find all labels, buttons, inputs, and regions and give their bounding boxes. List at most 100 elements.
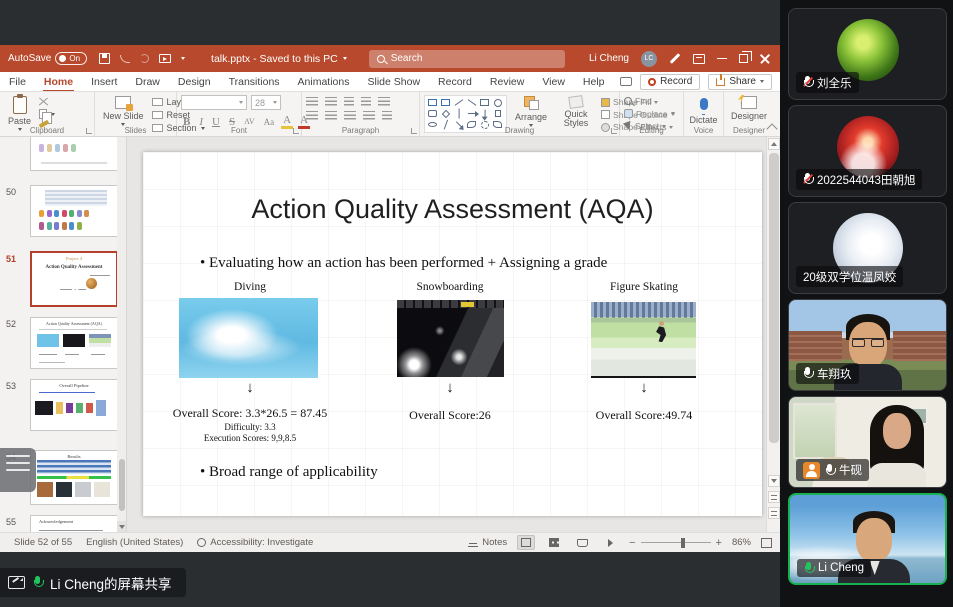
slide-editor[interactable]: Action Quality Assessment (AQA) • Evalua… bbox=[143, 152, 762, 516]
zoom-in-button[interactable]: + bbox=[716, 537, 722, 549]
participant-tile-licheng[interactable]: Li Cheng bbox=[788, 493, 947, 585]
record-button[interactable]: Record bbox=[640, 74, 700, 90]
save-icon[interactable] bbox=[99, 53, 110, 64]
new-slide-button[interactable]: New Slide bbox=[99, 95, 148, 127]
pen-icon[interactable] bbox=[670, 53, 681, 64]
minimize-button[interactable] bbox=[717, 58, 727, 60]
menu-slideshow[interactable]: Slide Show bbox=[359, 74, 430, 90]
change-case-button[interactable]: Aa bbox=[262, 117, 277, 127]
cut-icon[interactable] bbox=[39, 97, 48, 106]
justify-icon[interactable] bbox=[363, 111, 375, 120]
increase-indent-icon[interactable] bbox=[361, 97, 371, 106]
menu-insert[interactable]: Insert bbox=[82, 74, 126, 90]
font-dialog-launcher[interactable] bbox=[293, 128, 299, 134]
slide-indicator[interactable]: Slide 52 of 55 bbox=[14, 537, 72, 548]
paragraph-dialog-launcher[interactable] bbox=[411, 128, 417, 134]
slide-thumbnail-52[interactable]: Action Quality Assessment (AQA) bbox=[30, 317, 118, 369]
zoom-control[interactable]: − + bbox=[629, 537, 722, 549]
columns-icon[interactable] bbox=[382, 111, 392, 120]
scroll-down-button[interactable] bbox=[768, 475, 780, 487]
slide-thumbnail-51-selected[interactable]: Project 4 Action Quality Assessment bbox=[30, 251, 118, 307]
decrease-indent-icon[interactable] bbox=[344, 97, 354, 106]
screen-share-banner[interactable]: Li Cheng的屏幕共享 bbox=[0, 568, 186, 597]
accessibility-status[interactable]: Accessibility: Investigate bbox=[197, 537, 313, 548]
menu-home[interactable]: Home bbox=[35, 74, 82, 90]
copy-icon[interactable] bbox=[39, 109, 47, 119]
undo-icon[interactable] bbox=[120, 55, 130, 63]
comments-icon[interactable] bbox=[620, 77, 632, 86]
align-left-icon[interactable] bbox=[306, 111, 318, 120]
menu-view[interactable]: View bbox=[533, 74, 574, 90]
previous-slide-button[interactable] bbox=[768, 491, 780, 503]
menu-animations[interactable]: Animations bbox=[289, 74, 359, 90]
menu-record[interactable]: Record bbox=[429, 74, 481, 90]
arrange-button[interactable]: Arrange bbox=[511, 95, 551, 128]
meeting-floating-toolbar[interactable] bbox=[0, 448, 36, 492]
ribbon-display-icon[interactable] bbox=[693, 54, 705, 64]
menu-transitions[interactable]: Transitions bbox=[220, 74, 289, 90]
find-button[interactable]: Find bbox=[624, 96, 652, 106]
scroll-up-button[interactable] bbox=[768, 138, 780, 150]
menu-design[interactable]: Design bbox=[169, 74, 220, 90]
canvas-vertical-scrollbar[interactable] bbox=[766, 137, 780, 532]
zoom-out-button[interactable]: − bbox=[629, 537, 635, 549]
character-spacing-button[interactable]: AV bbox=[242, 117, 257, 126]
dictate-button[interactable]: Dictate bbox=[686, 95, 722, 126]
scroll-thumb[interactable] bbox=[769, 153, 779, 443]
user-avatar[interactable]: LC bbox=[641, 51, 657, 67]
reading-view-button[interactable] bbox=[573, 535, 591, 550]
normal-view-button[interactable] bbox=[517, 535, 535, 550]
bullets-icon[interactable] bbox=[306, 97, 318, 106]
thumbnail-scroll-down-button[interactable] bbox=[117, 521, 126, 532]
menu-file[interactable]: File bbox=[0, 74, 35, 90]
autosave-pill[interactable]: On bbox=[55, 52, 87, 65]
zoom-slider-knob[interactable] bbox=[681, 538, 685, 548]
menu-help[interactable]: Help bbox=[574, 74, 614, 90]
redo-icon[interactable] bbox=[140, 54, 149, 63]
share-button[interactable]: Share bbox=[708, 74, 772, 90]
search-input[interactable]: Search bbox=[369, 50, 565, 68]
next-slide-button[interactable] bbox=[768, 507, 780, 519]
replace-button[interactable]: Replace bbox=[624, 109, 675, 119]
thumbnail-scrollbar[interactable] bbox=[117, 137, 126, 532]
language-indicator[interactable]: English (United States) bbox=[86, 537, 183, 548]
autosave-toggle[interactable]: AutoSave On bbox=[8, 52, 87, 65]
slide-thumbnail-55[interactable]: Acknowledgement bbox=[30, 515, 118, 532]
align-right-icon[interactable] bbox=[344, 111, 356, 120]
restore-button[interactable] bbox=[739, 54, 748, 63]
slide-thumbnail-54[interactable]: Results bbox=[30, 450, 118, 505]
font-size-combo[interactable]: 28 bbox=[251, 95, 281, 110]
quick-styles-button[interactable]: Quick Styles bbox=[555, 95, 597, 130]
clipboard-dialog-launcher[interactable] bbox=[86, 128, 92, 134]
fit-slide-to-window-button[interactable] bbox=[761, 538, 772, 548]
close-button[interactable] bbox=[760, 54, 770, 64]
align-center-icon[interactable] bbox=[325, 111, 337, 120]
slide-thumbnail-53[interactable]: Overall Pipeline bbox=[30, 379, 118, 431]
menu-review[interactable]: Review bbox=[481, 74, 533, 90]
document-title[interactable]: talk.pptx - Saved to this PC bbox=[211, 53, 347, 65]
search-placeholder: Search bbox=[391, 53, 423, 64]
slide-sorter-view-button[interactable] bbox=[545, 535, 563, 550]
drawing-dialog-launcher[interactable] bbox=[611, 128, 617, 134]
participant-tile-niuyan[interactable]: 牛砚 bbox=[788, 396, 947, 488]
participant-tile-liuquanle[interactable]: 刘全乐 bbox=[788, 8, 947, 100]
font-name-combo[interactable] bbox=[181, 95, 247, 110]
start-slideshow-icon[interactable] bbox=[159, 54, 171, 63]
zoom-slider[interactable] bbox=[641, 542, 711, 544]
notes-toggle[interactable]: Notes bbox=[468, 537, 507, 548]
customize-qat-chevron-icon[interactable] bbox=[181, 57, 185, 60]
slideshow-view-button[interactable] bbox=[601, 535, 619, 550]
numbering-icon[interactable] bbox=[325, 97, 337, 106]
participant-tile-chexiangjiu[interactable]: 车翔玖 bbox=[788, 299, 947, 391]
zoom-percent[interactable]: 86% bbox=[732, 537, 751, 548]
line-spacing-icon[interactable] bbox=[378, 97, 390, 106]
group-label-drawing: Drawing bbox=[420, 126, 619, 135]
participant-tile-tianzhaoxu[interactable]: 2022544043田朝旭 bbox=[788, 105, 947, 197]
slide-thumbnail-49[interactable] bbox=[30, 137, 118, 171]
menu-draw[interactable]: Draw bbox=[126, 74, 169, 90]
video-niuyan bbox=[866, 405, 928, 488]
slide-thumbnail-50[interactable] bbox=[30, 185, 118, 237]
designer-button[interactable]: Designer bbox=[727, 95, 771, 122]
nameplate: 牛砚 bbox=[796, 459, 869, 481]
participant-tile-wenfengjiao[interactable]: 20级双学位温凤姣 bbox=[788, 202, 947, 294]
